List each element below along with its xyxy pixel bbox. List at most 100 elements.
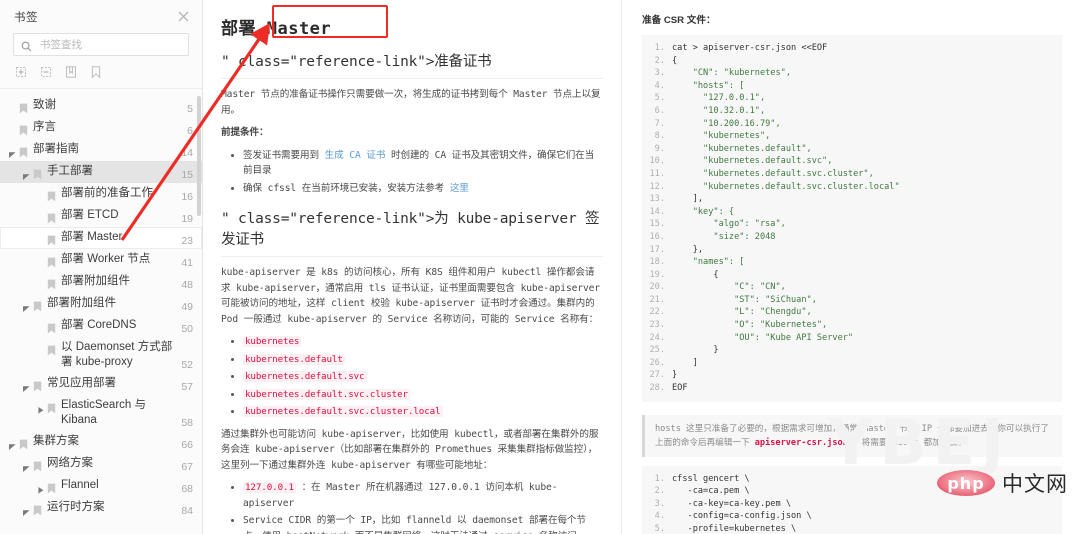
bookmark-add-icon[interactable]	[64, 65, 78, 79]
sidebar-item-以-Daemonset-方式部署-kube-proxy[interactable]: 以 Daemonset 方式部署 kube-proxy 52	[0, 337, 202, 373]
code-line-number: 22.	[649, 307, 665, 318]
prerequisites-list: 签发证书需要用到 生成 CA 证书 时创建的 CA 证书及其密钥文件，确保它们在…	[221, 148, 603, 197]
code-block-cfssl-gencert[interactable]: 1. cfssl gencert \ 2. -ca=ca.pem \ 3. -ca-k…	[642, 465, 1062, 534]
chevron-down-icon[interactable]	[22, 300, 31, 312]
search-input[interactable]	[38, 37, 181, 52]
list-item: kubernetes.default.svc.cluster	[243, 387, 603, 403]
code-line: 8. "kubernetes",	[642, 130, 1062, 143]
note-hosts: hosts 这里只准备了必要的，根据需求可增加，通常 Master 节点 IP …	[642, 414, 1062, 457]
sidebar-item-集群方案[interactable]: 集群方案 66	[0, 431, 202, 453]
paragraph-cert-intro: Master 节点的准备证书操作只需要做一次，将生成的证书拷到每个 Master…	[221, 89, 601, 116]
code-line-number: 10.	[649, 156, 665, 167]
reference-link[interactable]: 生成 CA 证书	[325, 150, 386, 161]
app-window: 书签 书签查找 致谢 5 序言 6 部署指南 14 手工部署 15 部署前的准备…	[0, 0, 1080, 534]
paragraph-apiserver-intro: kube-apiserver 是 k8s 的访问核心，所有 K8S 组件和用户 …	[221, 267, 601, 325]
sidebar-item-page: 58	[181, 417, 193, 429]
sidebar-item-部署-CoreDNS[interactable]: 部署 CoreDNS 50	[0, 315, 202, 337]
code-block-csr-json[interactable]: 1. cat > apiserver-csr.json <<EOF 2. {3. "C…	[642, 35, 1062, 402]
code-line-text: "names": [	[672, 257, 745, 268]
sidebar-item-label: 常见应用部署	[47, 377, 116, 389]
sidebar-item-page: 50	[181, 323, 193, 335]
code-line-number: 18.	[649, 257, 665, 268]
chevron-down-icon[interactable]	[22, 168, 31, 180]
code-line: 12. "kubernetes.default.svc.cluster.loca…	[642, 181, 1062, 194]
code-line: 18. "names": [	[642, 256, 1062, 269]
sidebar-item-部署前的准备工作[interactable]: 部署前的准备工作 16	[0, 183, 202, 205]
sidebar-item-page: 67	[181, 461, 193, 473]
search-box[interactable]	[13, 33, 189, 56]
sidebar-item-致谢[interactable]: 致谢 5	[0, 95, 202, 117]
code-line: 1. cfssl gencert \	[642, 473, 1062, 486]
chevron-down-icon[interactable]	[8, 438, 17, 450]
code-line: 13. ],	[642, 193, 1062, 206]
sidebar-item-label: 网络方案	[47, 457, 93, 469]
code-line-number: 21.	[649, 294, 665, 305]
chevron-down-icon[interactable]	[22, 460, 31, 472]
bookmark-icon[interactable]	[89, 65, 103, 79]
chevron-down-icon[interactable]	[22, 504, 31, 516]
sidebar-item-部署-Worker-节点[interactable]: 部署 Worker 节点 41	[0, 249, 202, 271]
code-line-text: "10.32.0.1",	[672, 105, 766, 116]
reference-link[interactable]: 这里	[450, 183, 469, 194]
code-line-number: 14.	[649, 206, 665, 217]
sidebar-item-常见应用部署[interactable]: 常见应用部署 57	[0, 373, 202, 395]
bookmark-icon	[19, 101, 28, 114]
code-line-text: "127.0.0.1",	[672, 93, 766, 104]
code-line-text: "algo": "rsa",	[672, 219, 786, 230]
sidebar-item-label: 运行时方案	[47, 501, 105, 513]
close-icon[interactable]	[175, 9, 191, 25]
sidebar-item-Flannel[interactable]: Flannel 68	[0, 475, 202, 497]
code-line: 3. "CN": "kubernetes",	[642, 67, 1062, 80]
code-line-text: }	[672, 370, 678, 381]
sidebar-item-label: 致谢	[33, 99, 56, 111]
sidebar-item-网络方案[interactable]: 网络方案 67	[0, 453, 202, 475]
code-line: 20. "C": "CN",	[642, 281, 1062, 294]
code-line-number: 5.	[654, 524, 665, 534]
sidebar-item-部署-Master[interactable]: 部署 Master 23	[0, 227, 202, 249]
code-line-number: 15.	[649, 219, 665, 230]
sidebar-item-部署指南[interactable]: 部署指南 14	[0, 139, 202, 161]
code-line: 9. "kubernetes.default",	[642, 143, 1062, 156]
sidebar-item-部署附加组件[interactable]: 部署附加组件 48	[0, 271, 202, 293]
bookmark-icon	[19, 145, 28, 158]
sidebar-item-运行时方案[interactable]: 运行时方案 84	[0, 497, 202, 519]
bookmark-icon	[33, 299, 42, 312]
code-line-number: 4.	[654, 80, 665, 91]
chevron-down-icon[interactable]	[22, 380, 31, 392]
sidebar-item-手工部署[interactable]: 手工部署 15	[0, 161, 202, 183]
list-item: 签发证书需要用到 生成 CA 证书 时创建的 CA 证书及其密钥文件，确保它们在…	[243, 148, 603, 179]
code-line: 7. "10.200.16.79",	[642, 118, 1062, 131]
code-line: 27.}	[642, 369, 1062, 382]
caret-spacer	[36, 256, 45, 265]
bookmarks-sidebar: 书签 书签查找 致谢 5 序言 6 部署指南 14 手工部署 15 部署前的准备…	[0, 0, 203, 534]
code-line-text: {	[672, 55, 678, 66]
code-line-text: "kubernetes.default.svc.cluster.local"	[672, 181, 900, 192]
chevron-right-icon[interactable]	[36, 402, 45, 414]
code-line: 2. {	[642, 55, 1062, 68]
bookmark-icon	[47, 481, 56, 494]
chevron-right-icon[interactable]	[36, 482, 45, 494]
sidebar-item-page: 15	[181, 169, 193, 181]
code-line: 24. "OU": "Kube API Server"	[642, 332, 1062, 345]
code-line-number: 3.	[654, 68, 665, 79]
caret-spacer	[36, 234, 45, 243]
sidebar-scrollbar[interactable]	[197, 96, 201, 216]
bookmark-icon	[19, 437, 28, 450]
sidebar-item-部署-ETCD[interactable]: 部署 ETCD 19	[0, 205, 202, 227]
list-item: kubernetes.default	[243, 352, 603, 368]
sidebar-item-部署附加组件[interactable]: 部署附加组件 49	[0, 293, 202, 315]
code-line: 15. "algo": "rsa",	[642, 218, 1062, 231]
code-line: 17. },	[642, 244, 1062, 257]
collapse-all-icon[interactable]	[39, 65, 53, 79]
code-line-number: 17.	[649, 244, 665, 255]
expand-all-icon[interactable]	[14, 65, 28, 79]
code-line: 26. ]	[642, 357, 1062, 370]
bookmark-icon	[33, 379, 42, 392]
sidebar-item-序言[interactable]: 序言 6	[0, 117, 202, 139]
code-line-number: 11.	[649, 168, 665, 179]
inline-code: kubernetes.default.svc.cluster.local	[243, 406, 443, 417]
code-line: 4. -config=ca-config.json \	[642, 510, 1062, 523]
bookmark-icon	[47, 211, 56, 224]
sidebar-item-ElasticSearch-与-Kibana[interactable]: ElasticSearch 与 Kibana 58	[0, 395, 202, 431]
chevron-down-icon[interactable]	[8, 146, 17, 158]
